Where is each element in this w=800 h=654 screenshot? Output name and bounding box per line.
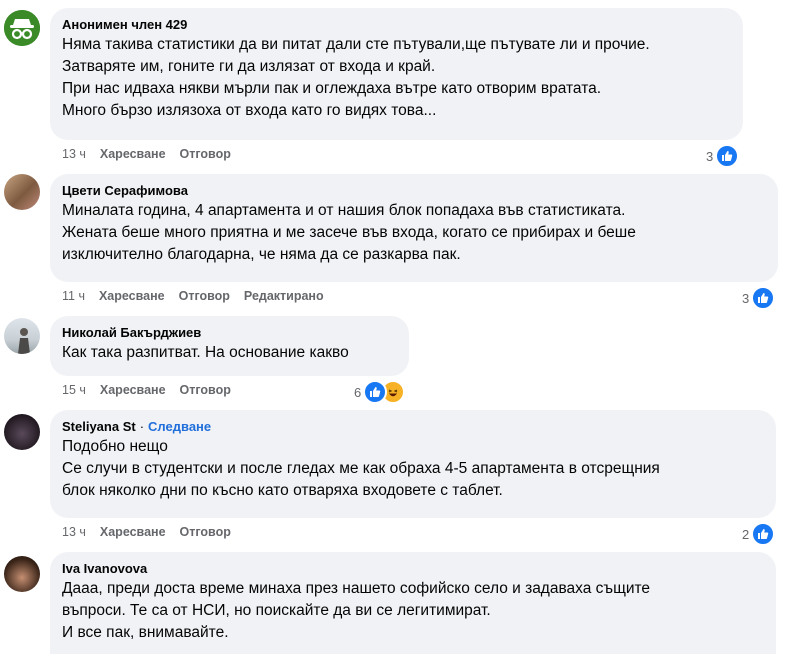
comment-author[interactable]: Цвети Серафимова (62, 182, 766, 200)
like-button[interactable]: Харесване (100, 383, 166, 397)
comment-text-line: Няма такива статистики да ви питат дали … (62, 36, 650, 53)
comment-author[interactable]: Анонимен член 429 (62, 16, 731, 34)
comment-actions: 11 ч Харесване Отговор Редактирано (62, 289, 324, 303)
avatar-tsveti[interactable] (4, 174, 40, 210)
like-reaction-icon (715, 144, 740, 168)
comment-time[interactable]: 15 ч (62, 383, 86, 397)
comment-bubble: Цвети Серафимова Миналата година, 4 апар… (50, 174, 778, 282)
like-reaction-icon (751, 522, 776, 546)
separator-dot: · (139, 419, 145, 434)
comment-author[interactable]: Николай Бакърджиев (62, 324, 397, 342)
comment-bubble: Steliyana St · Следване Подобно нещо Се … (50, 410, 776, 518)
comment-text-line: Се случи в студентски и после гледах ме … (62, 460, 660, 477)
comment-text-line: въпроси. Те са от НСИ, но поискайте да в… (62, 602, 491, 619)
reaction-count: 6 (354, 384, 362, 400)
comment-text-line: блок няколко дни по късно като отваряха … (62, 482, 503, 499)
like-reaction-icon (751, 286, 776, 310)
comment-text-line: При нас идваха някви мърли пак и оглежда… (62, 80, 602, 97)
reaction-count: 3 (706, 148, 714, 164)
anonymous-member-icon (4, 10, 40, 46)
edited-label[interactable]: Редактирано (244, 289, 324, 303)
comment-bubble: Iva Ivanovova Дааа, преди доста време ми… (50, 552, 776, 654)
comment-author[interactable]: Iva Ivanovova (62, 560, 764, 578)
comment-time[interactable]: 11 ч (62, 289, 85, 303)
like-button[interactable]: Харесване (99, 289, 165, 303)
comment-actions: 15 ч Харесване Отговор (62, 383, 231, 397)
reaction-summary[interactable]: 3 (706, 144, 740, 168)
comment-text-line: Подобно нещо (62, 438, 168, 455)
comment-text-line: Как така разпитват. На основание какво (62, 344, 349, 361)
like-button[interactable]: Харесване (100, 525, 166, 539)
comment-text-line: Жената беше много приятна и ме засече въ… (62, 224, 636, 241)
comment-text-line: Дааа, преди доста време минаха през наше… (62, 580, 651, 597)
comment-text-line: Затваряте им, гоните ги да излязат от вх… (62, 58, 436, 75)
follow-button[interactable]: Следване (148, 418, 211, 436)
reaction-summary[interactable]: 2 (742, 522, 776, 546)
comment-text-line: И все пак, внимавайте. (62, 624, 229, 641)
like-button[interactable]: Харесване (100, 147, 166, 161)
reaction-summary[interactable]: 6 (354, 380, 406, 404)
reaction-count: 3 (742, 290, 750, 306)
comment-bubble: Анонимен член 429 Няма такива статистики… (50, 8, 743, 140)
comment-author-row: Steliyana St · Следване (62, 418, 764, 436)
reply-button[interactable]: Отговор (180, 147, 231, 161)
reply-button[interactable]: Отговор (179, 289, 230, 303)
comment-time[interactable]: 13 ч (62, 147, 86, 161)
reaction-count: 2 (742, 526, 750, 542)
comment-time[interactable]: 13 ч (62, 525, 86, 539)
avatar-steliyana[interactable] (4, 414, 40, 450)
comment-bubble: Николай Бакърджиев Как така разпитват. Н… (50, 316, 409, 376)
avatar-iva[interactable] (4, 556, 40, 592)
reaction-summary[interactable]: 3 (742, 286, 776, 310)
avatar-anonymous[interactable] (4, 10, 40, 46)
comment-author[interactable]: Steliyana St (62, 418, 136, 436)
comment-actions: 13 ч Харесване Отговор (62, 525, 231, 539)
avatar-nikolay[interactable] (4, 318, 40, 354)
reply-button[interactable]: Отговор (180, 383, 231, 397)
comment-text-line: Миналата година, 4 апартамента и от наши… (62, 202, 626, 219)
comment-actions: 13 ч Харесване Отговор (62, 147, 231, 161)
comment-text-line: Много бързо излязоха от входа като го ви… (62, 102, 437, 119)
comment-text-line: изключително благодарна, че няма да се р… (62, 246, 461, 263)
reply-button[interactable]: Отговор (180, 525, 231, 539)
person-photo-icon (18, 328, 30, 354)
